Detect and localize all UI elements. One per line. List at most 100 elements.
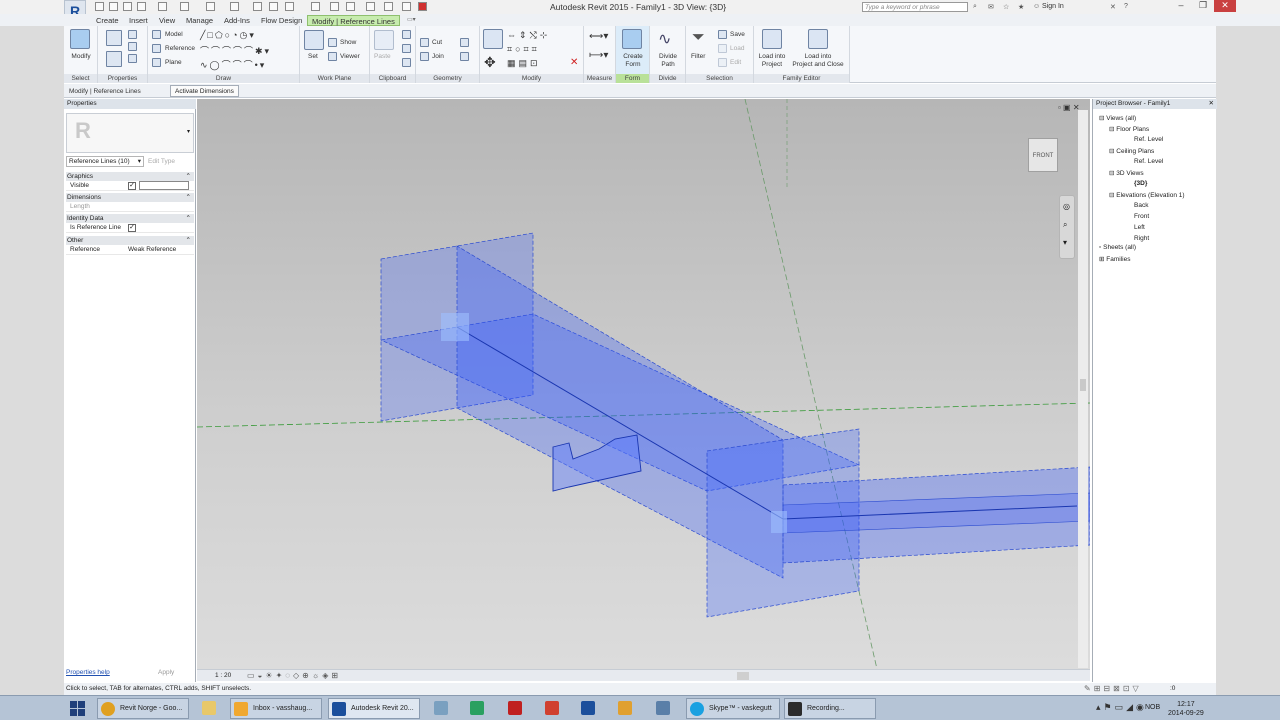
tab-modify-reference-lines[interactable]: Modify | Reference Lines — [307, 15, 400, 26]
tab-add-ins[interactable]: Add-Ins — [224, 15, 250, 26]
close-icon[interactable]: ✕ — [1209, 99, 1214, 109]
ribbon-minimize-icon[interactable]: ▭▾ — [407, 15, 416, 26]
divide-path-button[interactable]: Divide — [650, 53, 686, 60]
taskbar-pinned-app[interactable] — [462, 699, 492, 718]
create-form-button-line2[interactable]: Form — [616, 61, 650, 68]
material-icon[interactable] — [128, 54, 137, 63]
save-selection-icon[interactable] — [718, 30, 727, 39]
paste-button[interactable]: Paste — [374, 53, 391, 60]
tree-leaf[interactable]: Back — [1134, 202, 1148, 209]
taskbar-pinned-app[interactable] — [648, 699, 678, 718]
move-icon[interactable]: ✥ — [484, 54, 496, 71]
taskbar-chrome[interactable]: Revit Norge - Goo... — [97, 698, 189, 719]
family-category-icon[interactable] — [128, 42, 137, 51]
tree-node[interactable]: ⊞ Families — [1099, 255, 1130, 263]
language-indicator[interactable]: NOB — [1145, 704, 1160, 711]
save-selection-button[interactable]: Save — [730, 31, 745, 38]
tree-leaf-selected[interactable]: {3D} — [1134, 180, 1147, 187]
redo-icon[interactable] — [180, 2, 189, 11]
search-icon[interactable]: ⌕ — [973, 3, 977, 11]
modify-cursor-icon[interactable] — [70, 29, 90, 49]
reference-line-icon[interactable] — [152, 44, 161, 53]
taskbar-explorer[interactable] — [194, 699, 224, 718]
type-preview[interactable]: R ▾ — [66, 113, 194, 153]
load-and-close-button[interactable]: Load into — [788, 53, 848, 60]
properties-icon[interactable] — [106, 51, 122, 67]
tree-node[interactable]: ⊟ 3D Views — [1109, 169, 1144, 177]
properties-help-link[interactable]: Properties help — [66, 669, 110, 676]
undo-icon[interactable] — [158, 2, 167, 11]
tab-create[interactable]: Create — [96, 15, 119, 26]
type-selector[interactable]: Reference Lines (10) ▾ — [66, 156, 144, 167]
taskbar-recording[interactable]: Recording... — [784, 698, 876, 719]
section-icon[interactable] — [311, 2, 320, 11]
viewcube-face-label[interactable]: FRONT — [1033, 153, 1054, 159]
set-work-plane-icon[interactable] — [304, 30, 324, 50]
measure-icon[interactable] — [206, 2, 215, 11]
close-icon[interactable]: ✕ — [1214, 0, 1236, 12]
measure-tool-icon[interactable]: ⟷▾ — [589, 31, 608, 42]
taskbar-revit[interactable]: Autodesk Revit 20... — [328, 698, 420, 719]
restore-icon[interactable]: ❐ — [1192, 0, 1214, 12]
viewcube[interactable]: FRONT — [1028, 138, 1058, 172]
plane-button[interactable]: Plane — [165, 59, 182, 66]
taskbar-outlook[interactable]: Inbox - vasshaug... — [230, 698, 322, 719]
align-icon[interactable] — [483, 29, 503, 49]
chevron-down-icon[interactable]: ▾ — [187, 128, 190, 135]
divide-panel-label[interactable]: Divide — [650, 74, 685, 83]
viewer-icon[interactable] — [328, 52, 337, 61]
divide-path-icon[interactable]: ∿ — [658, 29, 671, 49]
tree-node[interactable]: ⊟ Floor Plans — [1109, 125, 1149, 133]
match-properties-icon[interactable] — [402, 58, 411, 67]
3d-model-canvas[interactable] — [197, 99, 1090, 669]
collapse-icon[interactable]: ⌃ — [186, 193, 191, 202]
tree-leaf[interactable]: Ref. Level — [1134, 136, 1163, 143]
pdf-icon[interactable] — [418, 2, 427, 11]
customize-qat-icon[interactable] — [384, 2, 393, 11]
family-types-icon[interactable] — [128, 30, 137, 39]
tree-node[interactable]: ▫ Sheets (all) — [1099, 244, 1136, 251]
view-window-controls[interactable]: ▫ ▣ ✕ — [1058, 103, 1080, 112]
model-line-icon[interactable] — [152, 30, 161, 39]
view-scale[interactable]: 1 : 20 — [215, 672, 231, 679]
taskbar-pinned-app[interactable] — [537, 699, 567, 718]
tree-leaf[interactable]: Front — [1134, 213, 1149, 220]
visible-edit-field[interactable] — [139, 181, 189, 190]
collapse-icon[interactable]: ⌃ — [186, 214, 191, 223]
tag-icon[interactable] — [253, 2, 262, 11]
collapse-icon[interactable]: ⌃ — [186, 172, 191, 181]
copy-clipboard-icon[interactable] — [402, 44, 411, 53]
load-and-close-button-line2[interactable]: Project and Close — [788, 61, 848, 68]
offset-mirror-tools-icon[interactable]: ⇔⇕⤭⊹ — [507, 30, 550, 41]
favorites-icon[interactable]: ★ — [1018, 3, 1024, 11]
sync-icon[interactable] — [137, 2, 146, 11]
selection-option-icons[interactable]: ✎⊞⊟⊠⊡▽ — [1084, 684, 1142, 693]
thin-lines-icon[interactable] — [330, 2, 339, 11]
clock[interactable]: 12:17 2014-09-29 — [1168, 700, 1204, 718]
collapse-icon[interactable]: ⌃ — [186, 236, 191, 245]
minimize-icon[interactable]: – — [1170, 0, 1192, 12]
prop-reference-value[interactable]: Weak Reference — [128, 245, 176, 255]
tab-manage[interactable]: Manage — [186, 15, 213, 26]
load-into-project-button-line2[interactable]: Project — [754, 61, 790, 68]
user-icon[interactable]: ☺ — [1033, 3, 1040, 10]
edit-type-button[interactable]: Edit Type — [148, 156, 175, 167]
3d-viewport[interactable] — [197, 99, 1090, 669]
horizontal-scroll-thumb[interactable] — [737, 672, 749, 680]
close-hidden-icon[interactable] — [346, 2, 355, 11]
join-geometry-icon[interactable] — [420, 52, 429, 61]
start-button[interactable] — [62, 698, 94, 719]
search-input[interactable]: Type a keyword or phrase — [862, 2, 968, 12]
activate-dimensions-button[interactable]: Activate Dimensions — [170, 85, 239, 97]
sign-in-link[interactable]: Sign In — [1042, 3, 1064, 10]
edit-selection-button[interactable]: Edit — [730, 59, 741, 66]
reference-plane-icon[interactable] — [152, 58, 161, 67]
is-reference-line-checkbox[interactable]: ✓ — [128, 224, 136, 232]
tab-flow-design[interactable]: Flow Design — [261, 15, 302, 26]
nav-options-icon[interactable]: ▾ — [1063, 238, 1067, 247]
draw-spline-tools-icon[interactable]: ∿◯⌒⌒⌒•▾ — [200, 58, 266, 71]
cut-button[interactable]: Cut — [432, 39, 442, 46]
modify-button[interactable]: Modify — [64, 53, 98, 60]
cut-clipboard-icon[interactable] — [402, 30, 411, 39]
edit-selection-icon[interactable] — [718, 58, 727, 67]
